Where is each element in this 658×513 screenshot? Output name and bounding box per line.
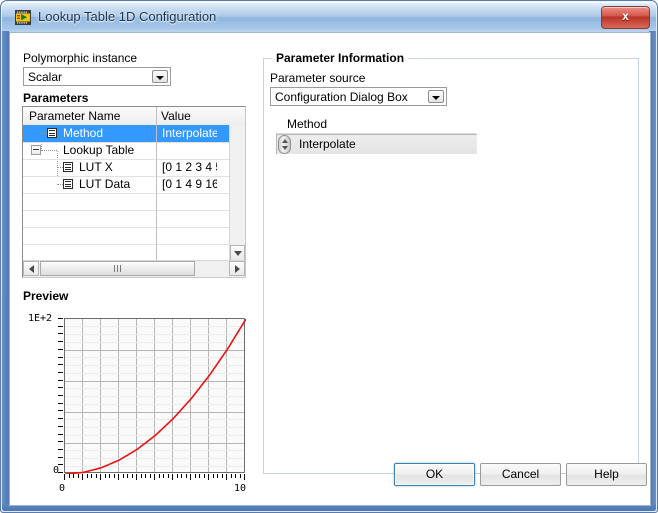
column-divider[interactable] [156,107,157,125]
parameter-leaf-icon [63,179,73,189]
scroll-thumb[interactable] [40,261,195,276]
parameters-tree[interactable]: Parameter Name Value Method Interpolate [22,106,246,278]
parameter-name: LUT X [79,160,113,174]
x-axis-max-label: 10 [234,483,247,494]
table-row[interactable] [23,227,230,245]
close-button[interactable]: x [601,6,650,29]
window-frame-left [2,31,9,511]
parameter-name: LUT Data [79,177,131,191]
tree-vertical-scrollbar[interactable] [229,125,245,261]
method-ring-control[interactable]: Interpolate [276,134,477,154]
tree-expander-collapse-icon[interactable] [31,145,41,155]
parameter-value: Interpolate [162,126,217,140]
column-divider [156,125,157,261]
table-row[interactable]: LUT X [0 1 2 3 4 5 6 [23,159,230,177]
tree-header: Parameter Name Value [23,107,245,126]
tree-body: Method Interpolate Lookup Table LUT X [0… [23,125,230,262]
column-header-parameter-name[interactable]: Parameter Name [29,109,120,123]
plot-curve [65,319,246,474]
scroll-left-button[interactable] [23,261,39,276]
parameter-name: Lookup Table [63,143,135,157]
polymorphic-instance-value: Scalar [28,70,63,84]
column-header-value[interactable]: Value [161,109,191,123]
parameter-leaf-icon [63,162,73,172]
x-axis-min-label: 0 [59,483,66,494]
parameters-label: Parameters [23,91,89,105]
cancel-button[interactable]: Cancel [480,463,561,486]
method-spinner[interactable] [278,135,291,154]
table-row[interactable]: Method Interpolate [23,125,230,143]
scroll-down-button[interactable] [230,245,245,261]
table-row[interactable]: LUT Data [0 1 4 9 16 2 [23,176,230,194]
scroll-right-button[interactable] [229,261,245,276]
window-title: Lookup Table 1D Configuration [38,9,217,24]
title-bar[interactable]: Lookup Table 1D Configuration x [2,2,656,32]
ok-button[interactable]: OK [394,463,475,486]
tree-horizontal-scrollbar[interactable] [23,260,245,277]
method-label: Method [287,117,328,131]
table-row[interactable] [23,193,230,211]
plot-area [64,318,246,474]
dialog-client-area: Polymorphic instance Scalar Parameters P… [9,32,651,506]
x-axis [64,474,245,480]
parameter-information-title: Parameter Information [272,51,409,65]
parameter-name: Method [63,126,104,140]
help-button[interactable]: Help [566,463,647,486]
chevron-down-icon[interactable] [428,90,444,103]
table-row[interactable] [23,210,230,228]
chevron-down-icon[interactable] [152,70,168,83]
parameter-value: [0 1 2 3 4 5 6 [162,160,217,174]
parameter-source-label: Parameter source [270,71,366,85]
tree-connector [41,150,57,151]
preview-label: Preview [23,289,69,303]
polymorphic-instance-label: Polymorphic instance [23,51,138,65]
parameter-leaf-icon [47,128,57,138]
table-row[interactable]: Lookup Table [23,142,230,160]
y-axis-min-label: 0 [53,465,60,476]
parameter-source-combo[interactable]: Configuration Dialog Box [270,87,447,106]
method-value: Interpolate [299,137,356,151]
dialog-window: Lookup Table 1D Configuration x Polymorp… [0,0,658,513]
parameter-source-value: Configuration Dialog Box [275,90,408,104]
polymorphic-instance-combo[interactable]: Scalar [23,67,171,86]
preview-chart: 1E+2 0 0 10 [23,308,251,494]
parameter-value: [0 1 4 9 16 2 [162,177,217,191]
labview-vi-icon [15,10,31,25]
y-axis-max-label: 1E+2 [28,313,53,324]
close-icon: x [622,9,629,23]
